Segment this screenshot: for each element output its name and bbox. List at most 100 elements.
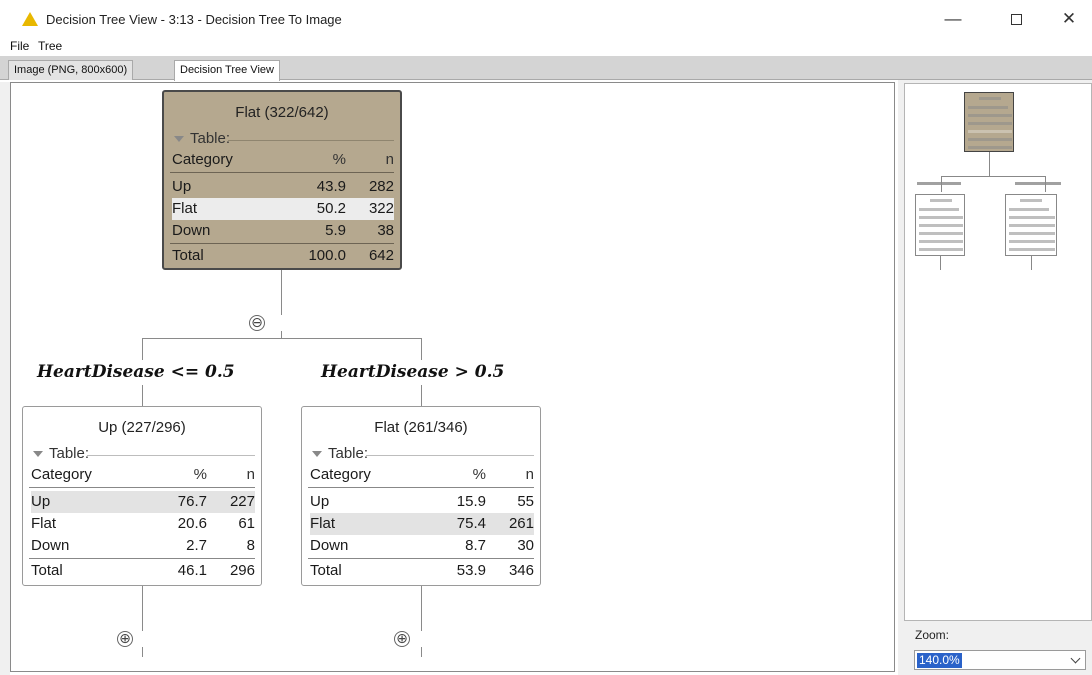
minimize-button[interactable]: — (930, 6, 976, 32)
overview-panel (898, 80, 1092, 675)
minimap-text (968, 138, 1012, 141)
table-header-row: Category % n (310, 464, 534, 486)
connector-line (142, 338, 143, 360)
table-total-row: Total 100.0 642 (172, 245, 394, 267)
connector-line (142, 338, 421, 339)
connector-line (421, 385, 422, 406)
table-toggle[interactable]: Table: (33, 445, 89, 462)
header-pct: % (332, 151, 346, 168)
cell-pct: 15.9 (456, 493, 486, 510)
cell-category: Total (310, 562, 342, 579)
table-header-row: Category % n (172, 149, 394, 171)
table-toggle[interactable]: Table: (312, 445, 368, 462)
tree-canvas[interactable]: Flat (322/642) Table: Category % n Up 43… (10, 82, 895, 672)
header-n: n (525, 466, 534, 483)
divider (29, 558, 255, 559)
divider (29, 487, 255, 488)
node-title: Flat (261/346) (374, 419, 468, 436)
table-label: Table: (49, 445, 90, 462)
cell-n: 346 (508, 562, 534, 579)
tab-decision-tree-view[interactable]: Decision Tree View (174, 60, 280, 81)
header-category: Category (310, 466, 371, 483)
table-header-row: Category % n (31, 464, 255, 486)
split-condition-left: HeartDisease <= 0.5 (37, 362, 235, 382)
table-row: Up 43.9 282 (172, 176, 394, 198)
minimap-text (1009, 224, 1055, 227)
table-total-row: Total 46.1 296 (31, 560, 255, 582)
cell-category: Down (172, 222, 211, 239)
connector-line (142, 647, 143, 657)
cell-category: Flat (172, 200, 198, 217)
minimap-text (1009, 208, 1049, 211)
warning-triangle-icon (22, 12, 38, 26)
header-category: Category (172, 151, 233, 168)
minimap-text (968, 130, 1012, 133)
cell-pct: 20.6 (177, 515, 207, 532)
table-toggle[interactable]: Table: (174, 130, 230, 147)
left-gutter (0, 82, 10, 675)
minimap-line (1031, 256, 1032, 270)
minimap-text (919, 216, 963, 219)
menu-file[interactable]: File (10, 39, 29, 53)
zoom-select[interactable]: 140.0% (914, 650, 1086, 670)
minimap-line (989, 152, 990, 176)
cell-pct: 75.4 (456, 515, 486, 532)
tab-strip: Image (PNG, 800x600) Decision Tree View (0, 56, 1092, 81)
cell-pct: 5.9 (325, 222, 346, 239)
cell-category: Up (31, 493, 51, 510)
minimap-text (968, 106, 1008, 109)
cell-pct: 53.9 (456, 562, 486, 579)
chevron-down-icon[interactable] (1070, 653, 1081, 664)
triangle-down-icon (174, 136, 184, 143)
expand-node-button-right[interactable]: ⊕ (394, 631, 410, 647)
table-row: Down 2.7 8 (31, 535, 255, 557)
cell-pct: 8.7 (465, 537, 486, 554)
tree-node-right[interactable]: Flat (261/346) Table: Category % n Up 15… (301, 406, 541, 586)
cell-category: Up (172, 178, 192, 195)
minimap-text (1009, 216, 1055, 219)
tab-image-png[interactable]: Image (PNG, 800x600) (8, 60, 134, 80)
maximize-button[interactable] (993, 6, 1039, 32)
expand-node-button-left[interactable]: ⊕ (117, 631, 133, 647)
collapse-node-button[interactable]: ⊖ (249, 315, 265, 331)
triangle-down-icon (312, 451, 322, 458)
cell-n: 261 (508, 515, 534, 532)
tree-node-root[interactable]: Flat (322/642) Table: Category % n Up 43… (162, 90, 402, 270)
cell-n: 30 (517, 537, 534, 554)
cell-category: Total (31, 562, 63, 579)
cell-category: Down (31, 537, 70, 554)
header-pct: % (193, 466, 207, 483)
cell-pct: 50.2 (316, 200, 346, 217)
connector-line (421, 338, 422, 360)
header-n: n (246, 466, 255, 483)
tree-node-left[interactable]: Up (227/296) Table: Category % n Up 76.7… (22, 406, 262, 586)
minimap-text (919, 208, 959, 211)
divider (228, 140, 394, 141)
cell-n: 322 (368, 200, 394, 217)
cell-pct: 100.0 (308, 247, 346, 264)
table-row: Up 76.7 227 (31, 491, 255, 513)
minimap-text (1020, 199, 1042, 202)
minimap-text (968, 122, 1012, 125)
table-row: Up 15.9 55 (310, 491, 534, 513)
cell-n: 227 (229, 493, 255, 510)
zoom-value[interactable]: 140.0% (917, 653, 962, 668)
minimap-text (919, 240, 963, 243)
minimap-text (917, 182, 961, 185)
cell-n: 61 (238, 515, 255, 532)
tree-minimap[interactable] (904, 83, 1092, 621)
split-condition-right: HeartDisease > 0.5 (321, 362, 505, 382)
table-row: Down 8.7 30 (310, 535, 534, 557)
minimap-text (919, 248, 963, 251)
cell-category: Flat (310, 515, 336, 532)
close-button[interactable]: ✕ (1046, 6, 1092, 32)
minimap-text (1015, 182, 1061, 185)
zoom-label: Zoom: (915, 628, 950, 642)
minimap-text (1009, 232, 1055, 235)
divider (170, 172, 394, 173)
minimap-line (940, 256, 941, 270)
cell-n: 8 (246, 537, 255, 554)
connector-line (421, 647, 422, 657)
minimap-text (930, 199, 952, 202)
menu-tree[interactable]: Tree (38, 39, 62, 53)
